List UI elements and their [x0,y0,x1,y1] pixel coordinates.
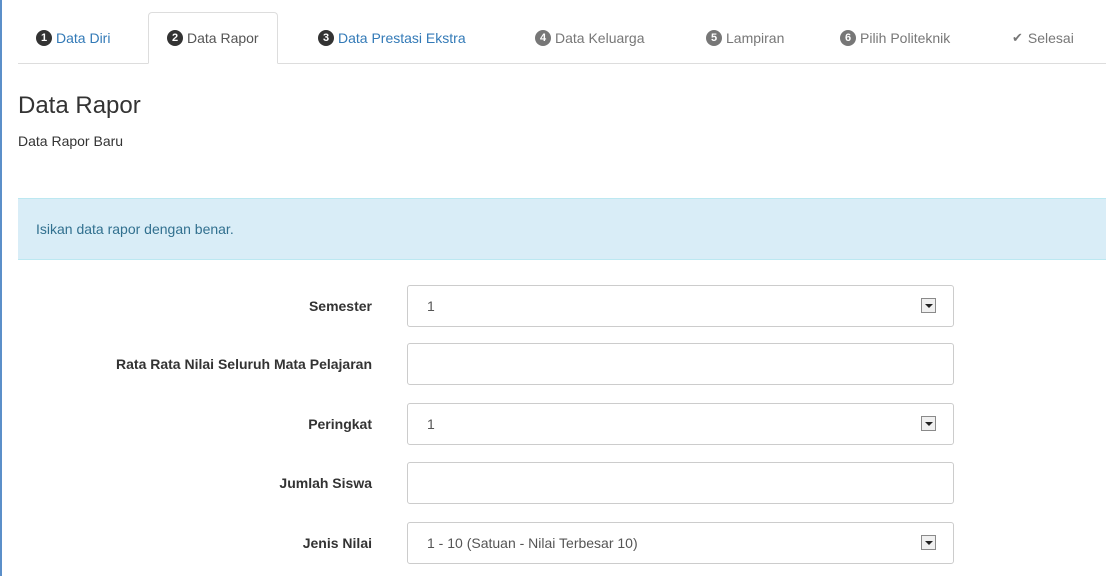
step-number-badge: 3 [318,30,334,46]
rata-rata-field-wrapper [407,343,954,385]
form-row-semester: Semester 1 [0,285,1106,327]
rata-rata-input[interactable] [427,345,953,383]
form-row-jenis-nilai: Jenis Nilai 1 - 10 (Satuan - Nilai Terbe… [0,522,1106,564]
step-number-badge: 2 [167,30,183,46]
semester-select-value: 1 [427,298,435,314]
peringkat-label: Peringkat [308,416,372,432]
peringkat-select[interactable]: 1 [407,403,954,445]
page-subtitle: Data Rapor Baru [18,133,124,149]
tab-pilih-politeknik[interactable]: 6 Pilih Politeknik [840,12,950,64]
form-row-rata-rata: Rata Rata Nilai Seluruh Mata Pelajaran [0,343,1106,385]
jumlah-siswa-label: Jumlah Siswa [279,475,372,491]
peringkat-select-value: 1 [427,416,435,432]
jenis-nilai-select[interactable]: 1 - 10 (Satuan - Nilai Terbesar 10) [407,522,954,564]
page-title: Data Rapor [18,92,141,119]
check-icon: ✔ [1012,30,1023,45]
tab-data-diri[interactable]: 1 Data Diri [36,12,110,64]
chevron-down-icon[interactable] [921,416,936,431]
form-row-jumlah-siswa: Jumlah Siswa [0,462,1106,504]
wizard-tabs: 1 Data Diri 2 Data Rapor 3 Data Prestasi… [18,12,1106,64]
chevron-down-icon[interactable] [921,298,936,313]
tab-label: Data Diri [56,30,111,46]
tab-label: Selesai [1027,30,1074,46]
step-number-badge: 6 [840,30,856,46]
form-row-peringkat: Peringkat 1 [0,403,1106,445]
jumlah-siswa-input[interactable] [427,464,953,502]
jumlah-siswa-field-wrapper [407,462,954,504]
chevron-down-icon[interactable] [921,535,936,550]
semester-label: Semester [308,298,372,314]
step-number-badge: 5 [706,30,722,46]
tab-selesai[interactable]: ✔ Selesai [1012,12,1074,64]
jenis-nilai-select-value: 1 - 10 (Satuan - Nilai Terbesar 10) [427,535,638,551]
tab-label: Data Prestasi Ekstra [338,30,466,46]
step-number-badge: 4 [535,30,551,46]
tab-label: Data Keluarga [555,30,645,46]
tab-data-keluarga[interactable]: 4 Data Keluarga [535,12,645,64]
semester-select[interactable]: 1 [407,285,954,327]
rata-rata-label: Rata Rata Nilai Seluruh Mata Pelajaran [116,356,372,372]
tab-data-prestasi-ekstra[interactable]: 3 Data Prestasi Ekstra [318,12,466,64]
step-number-badge: 1 [36,30,52,46]
tab-label: Pilih Politeknik [860,30,951,46]
jenis-nilai-label: Jenis Nilai [302,535,372,551]
tab-label: Lampiran [726,30,785,46]
info-alert: Isikan data rapor dengan benar. [18,198,1106,260]
tab-data-rapor[interactable]: 2 Data Rapor [148,12,278,64]
tab-lampiran[interactable]: 5 Lampiran [706,12,784,64]
tab-label: Data Rapor [187,30,259,46]
